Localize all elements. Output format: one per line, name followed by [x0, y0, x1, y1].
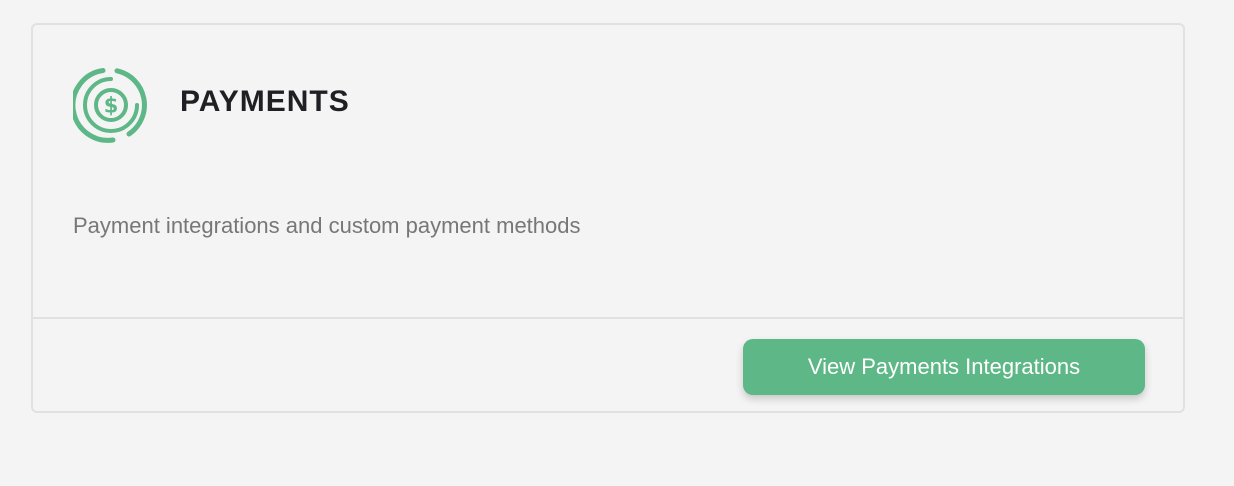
svg-text:$: $ — [104, 94, 119, 118]
card-description: Payment integrations and custom payment … — [73, 213, 581, 238]
card-body: $ PAYMENTS Payment integrations and cust… — [33, 25, 1183, 319]
view-payments-integrations-button[interactable]: View Payments Integrations — [743, 339, 1145, 395]
card-footer: View Payments Integrations — [33, 317, 1183, 411]
payments-card: $ PAYMENTS Payment integrations and cust… — [31, 23, 1185, 413]
card-title: PAYMENTS — [180, 85, 350, 118]
dollar-circle-icon: $ — [73, 67, 149, 143]
